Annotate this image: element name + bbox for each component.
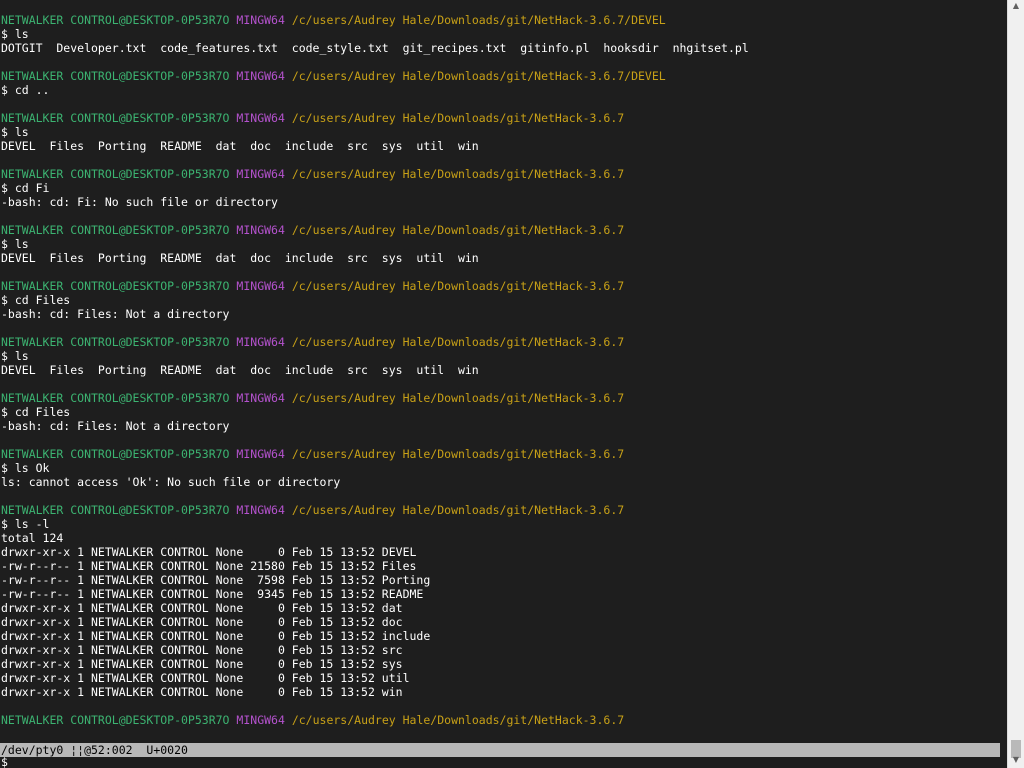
prompt-line: NETWALKER CONTROL@DESKTOP-0P53R7O MINGW6… [1,223,749,237]
prompt-line: NETWALKER CONTROL@DESKTOP-0P53R7O MINGW6… [1,503,749,517]
output-line: drwxr-xr-x 1 NETWALKER CONTROL None 0 Fe… [1,615,403,629]
output-line: DEVEL Files Porting README dat doc inclu… [1,251,479,265]
prompt-path: /c/users/Audrey Hale/Downloads/git/NetHa… [291,167,625,181]
prompt-user-host: NETWALKER CONTROL@DESKTOP-0P53R7O [1,503,230,517]
command-line: $ cd Files [1,405,71,419]
output-line: drwxr-xr-x 1 NETWALKER CONTROL None 0 Fe… [1,629,431,643]
command-line: $ cd Fi [1,181,50,195]
prompt-line: NETWALKER CONTROL@DESKTOP-0P53R7O MINGW6… [1,111,749,125]
output-line: total 124 [1,531,64,545]
prompt-system: MINGW64 [236,447,285,461]
command-input-line[interactable]: $ [1,757,8,768]
command-line: $ cd Files [1,293,71,307]
scroll-up-arrow-icon[interactable]: ▲ [1008,0,1024,12]
prompt-line: NETWALKER CONTROL@DESKTOP-0P53R7O MINGW6… [1,391,749,405]
command-line: $ ls [1,27,29,41]
output-line: DOTGIT Developer.txt code_features.txt c… [1,41,749,55]
prompt-user-host: NETWALKER CONTROL@DESKTOP-0P53R7O [1,391,230,405]
prompt-line: NETWALKER CONTROL@DESKTOP-0P53R7O MINGW6… [1,447,749,461]
prompt-user-host: NETWALKER CONTROL@DESKTOP-0P53R7O [1,713,230,727]
prompt-system: MINGW64 [236,391,285,405]
prompt-path: /c/users/Audrey Hale/Downloads/git/NetHa… [291,279,625,293]
prompt-line: NETWALKER CONTROL@DESKTOP-0P53R7O MINGW6… [1,279,749,293]
prompt-system: MINGW64 [236,167,285,181]
output-line: drwxr-xr-x 1 NETWALKER CONTROL None 0 Fe… [1,685,403,699]
output-line: -rw-r--r-- 1 NETWALKER CONTROL None 7598… [1,573,431,587]
prompt-path: /c/users/Audrey Hale/Downloads/git/NetHa… [291,223,625,237]
vertical-scrollbar[interactable]: ▲ ▼ [1007,0,1024,768]
output-line: drwxr-xr-x 1 NETWALKER CONTROL None 0 Fe… [1,601,403,615]
prompt-path: /c/users/Audrey Hale/Downloads/git/NetHa… [291,111,625,125]
output-line: -rw-r--r-- 1 NETWALKER CONTROL None 9345… [1,587,424,601]
output-line: drwxr-xr-x 1 NETWALKER CONTROL None 0 Fe… [1,643,403,657]
status-bar: /dev/pty0 ¦¦@52:002 U+0020 [0,743,1000,757]
output-line: DEVEL Files Porting README dat doc inclu… [1,363,479,377]
prompt-user-host: NETWALKER CONTROL@DESKTOP-0P53R7O [1,111,230,125]
command-line: $ ls [1,125,29,139]
prompt-path: /c/users/Audrey Hale/Downloads/git/NetHa… [291,447,625,461]
command-line: $ ls [1,237,29,251]
prompt-system: MINGW64 [236,335,285,349]
scroll-down-arrow-icon[interactable]: ▼ [1008,754,1024,766]
prompt-line: NETWALKER CONTROL@DESKTOP-0P53R7O MINGW6… [1,167,749,181]
command-line: $ cd .. [1,83,50,97]
prompt-system: MINGW64 [236,279,285,293]
prompt-path: /c/users/Audrey Hale/Downloads/git/NetHa… [291,13,666,27]
output-line: DEVEL Files Porting README dat doc inclu… [1,139,479,153]
prompt-system: MINGW64 [236,713,285,727]
output-line: drwxr-xr-x 1 NETWALKER CONTROL None 0 Fe… [1,545,417,559]
prompt-user-host: NETWALKER CONTROL@DESKTOP-0P53R7O [1,223,230,237]
prompt-user-host: NETWALKER CONTROL@DESKTOP-0P53R7O [1,447,230,461]
output-line: -rw-r--r-- 1 NETWALKER CONTROL None 2158… [1,559,417,573]
prompt-system: MINGW64 [236,69,285,83]
output-line: drwxr-xr-x 1 NETWALKER CONTROL None 0 Fe… [1,657,403,671]
prompt-line: NETWALKER CONTROL@DESKTOP-0P53R7O MINGW6… [1,335,749,349]
terminal-output: NETWALKER CONTROL@DESKTOP-0P53R7O MINGW6… [1,13,749,727]
prompt-user-host: NETWALKER CONTROL@DESKTOP-0P53R7O [1,335,230,349]
prompt-user-host: NETWALKER CONTROL@DESKTOP-0P53R7O [1,69,230,83]
prompt-line: NETWALKER CONTROL@DESKTOP-0P53R7O MINGW6… [1,13,749,27]
output-line: ls: cannot access 'Ok': No such file or … [1,475,341,489]
output-line: -bash: cd: Fi: No such file or directory [1,195,278,209]
prompt-line: NETWALKER CONTROL@DESKTOP-0P53R7O MINGW6… [1,69,749,83]
output-line: -bash: cd: Files: Not a directory [1,419,230,433]
output-line: drwxr-xr-x 1 NETWALKER CONTROL None 0 Fe… [1,671,410,685]
prompt-user-host: NETWALKER CONTROL@DESKTOP-0P53R7O [1,279,230,293]
prompt-path: /c/users/Audrey Hale/Downloads/git/NetHa… [291,391,625,405]
output-line: -bash: cd: Files: Not a directory [1,307,230,321]
prompt-path: /c/users/Audrey Hale/Downloads/git/NetHa… [291,713,625,727]
prompt-user-host: NETWALKER CONTROL@DESKTOP-0P53R7O [1,13,230,27]
prompt-system: MINGW64 [236,13,285,27]
terminal-window[interactable]: NETWALKER CONTROL@DESKTOP-0P53R7O MINGW6… [0,0,1008,768]
prompt-path: /c/users/Audrey Hale/Downloads/git/NetHa… [291,335,625,349]
prompt-path: /c/users/Audrey Hale/Downloads/git/NetHa… [291,503,625,517]
command-line: $ ls [1,349,29,363]
prompt-system: MINGW64 [236,223,285,237]
prompt-user-host: NETWALKER CONTROL@DESKTOP-0P53R7O [1,167,230,181]
command-line: $ ls Ok [1,461,50,475]
prompt-path: /c/users/Audrey Hale/Downloads/git/NetHa… [291,69,666,83]
prompt-system: MINGW64 [236,111,285,125]
prompt-line: NETWALKER CONTROL@DESKTOP-0P53R7O MINGW6… [1,713,749,727]
command-line: $ ls -l [1,517,50,531]
prompt-system: MINGW64 [236,503,285,517]
